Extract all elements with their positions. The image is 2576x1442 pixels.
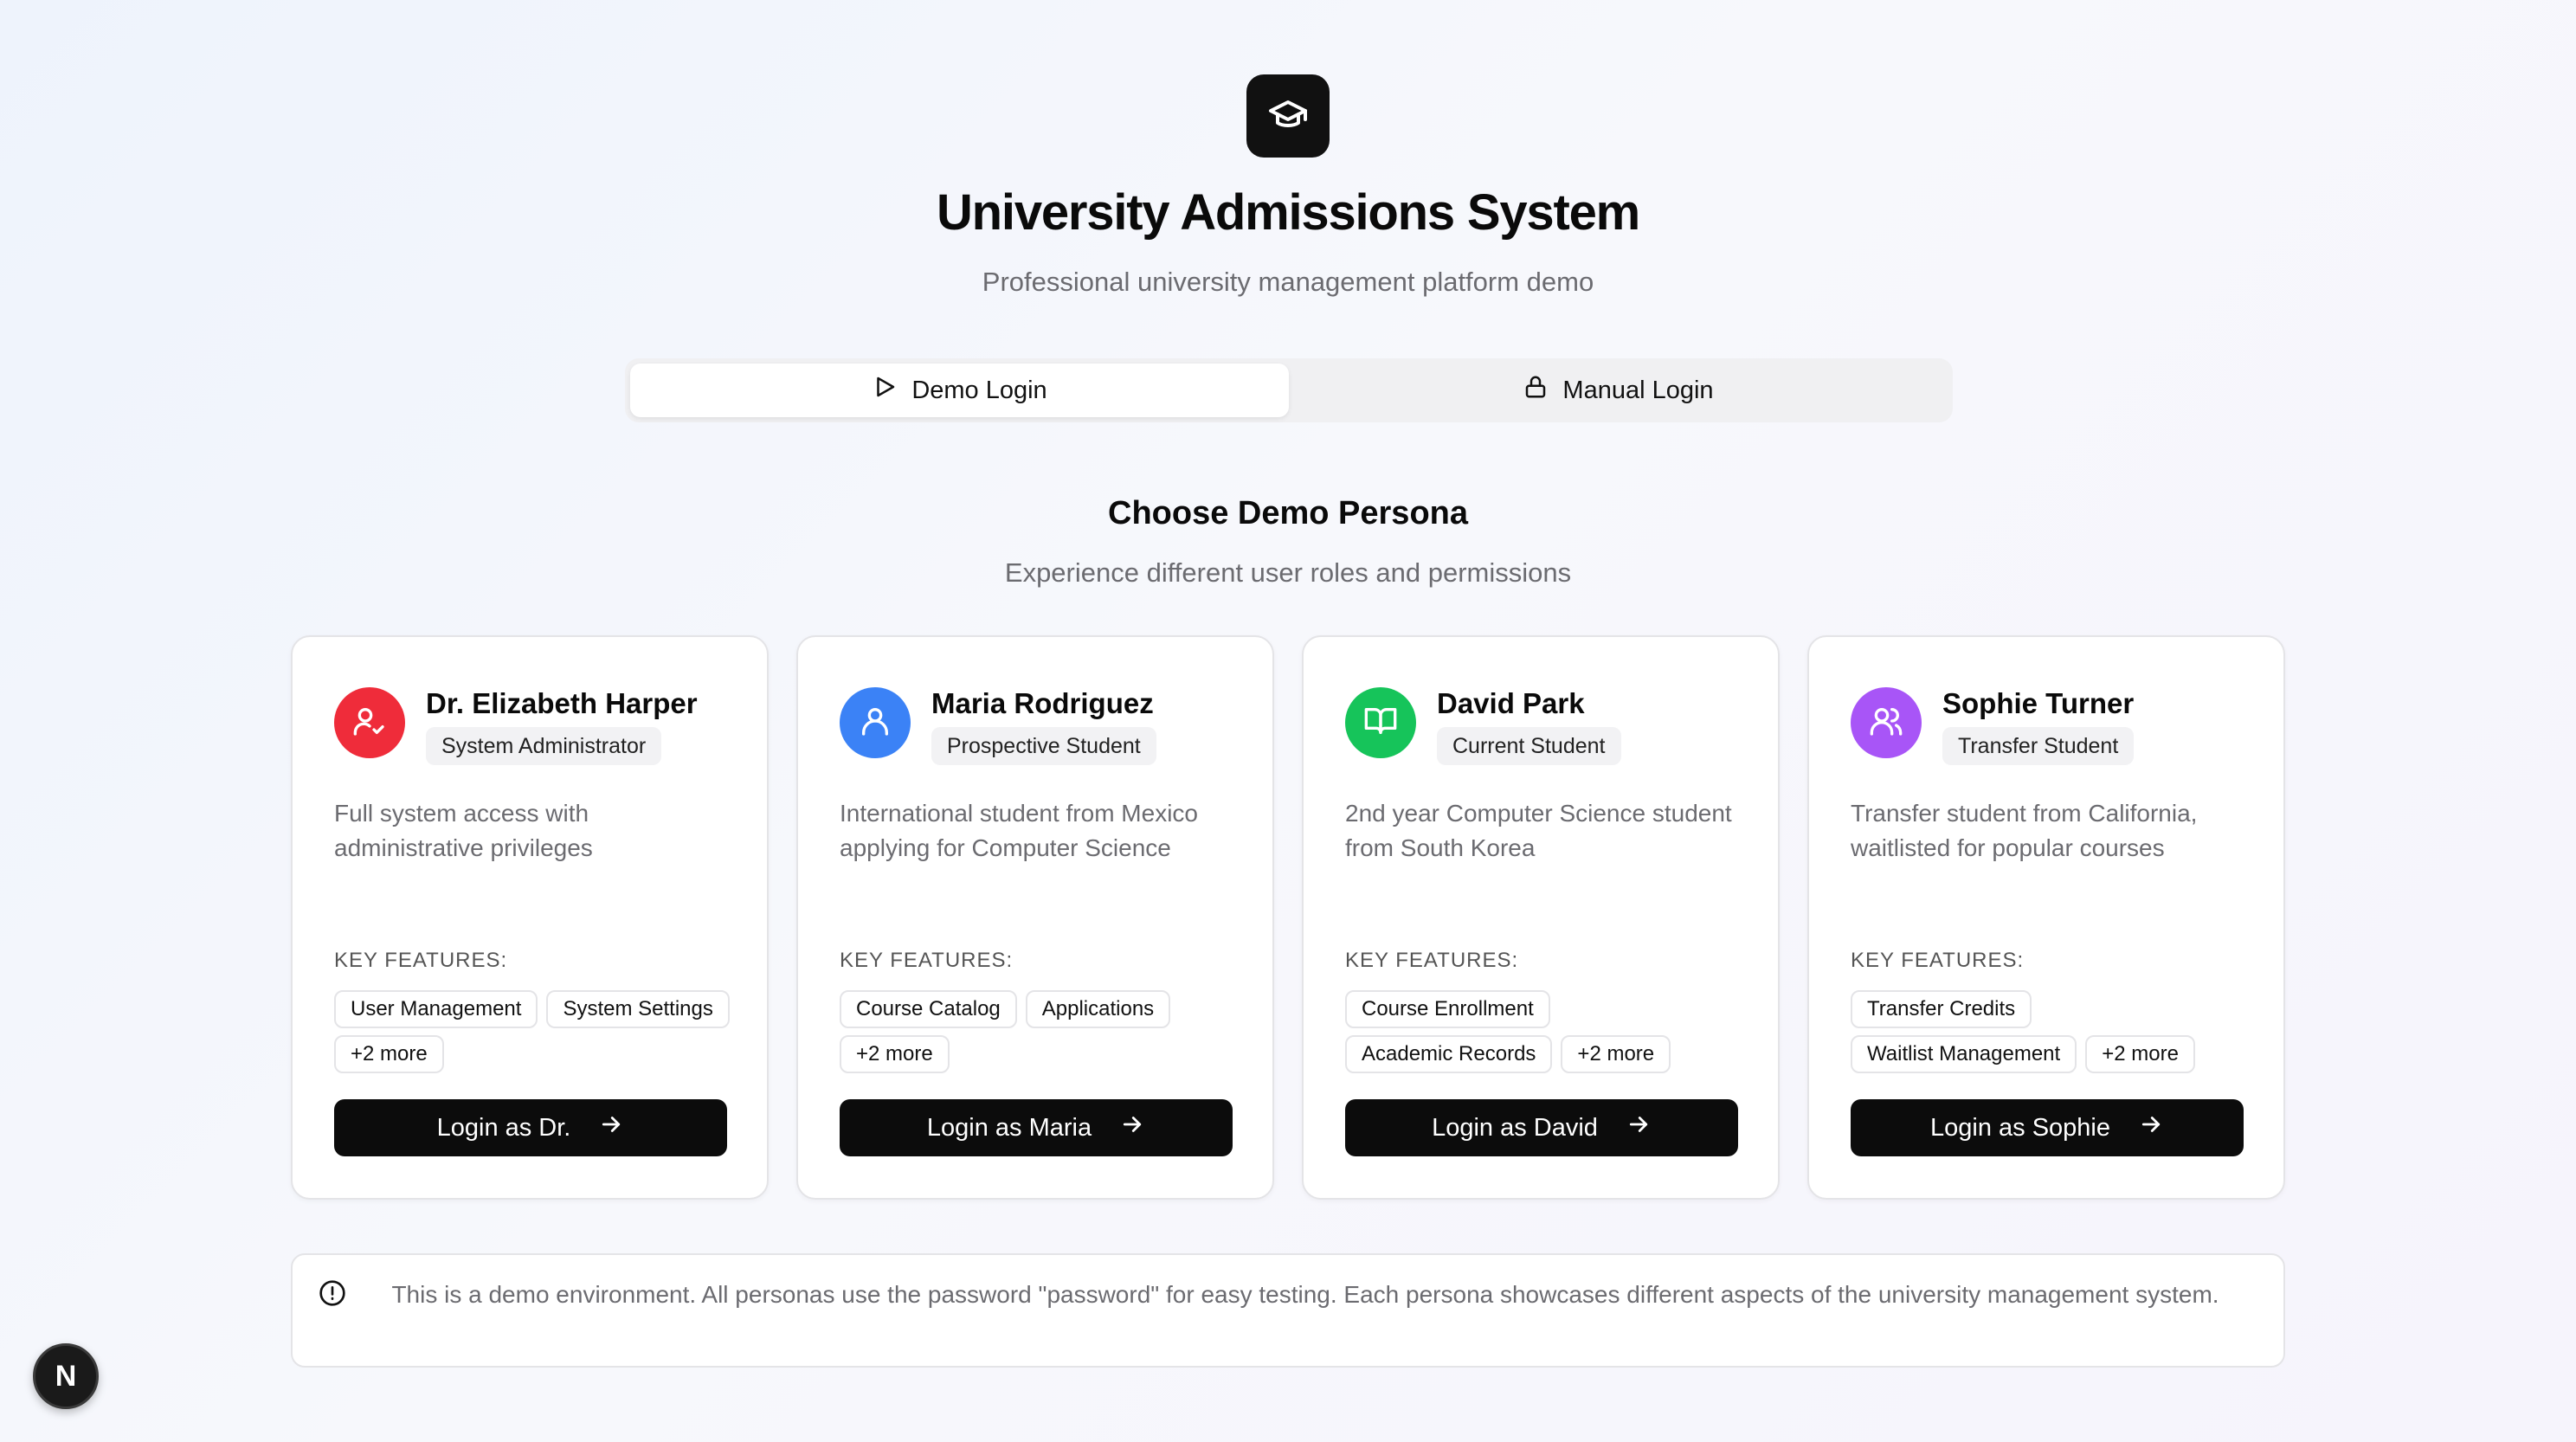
feature-tag: Course Enrollment bbox=[1345, 990, 1550, 1028]
arrow-right-icon bbox=[598, 1111, 624, 1144]
tab-manual-login[interactable]: Manual Login bbox=[1289, 364, 1948, 417]
persona-name: Maria Rodriguez bbox=[931, 687, 1154, 719]
user-check-icon bbox=[352, 704, 387, 743]
tab-label: Manual Login bbox=[1562, 376, 1714, 404]
feature-tag: Waitlist Management bbox=[1851, 1035, 2077, 1073]
persona-description: 2nd year Computer Science student from S… bbox=[1345, 800, 1732, 861]
persona-card-harper: Dr. Elizabeth Harper System Administrato… bbox=[291, 635, 769, 1200]
section-title: Choose Demo Persona bbox=[1108, 495, 1468, 531]
login-mode-tabs: Demo Login Manual Login bbox=[625, 358, 1953, 422]
feature-tag: User Management bbox=[334, 990, 538, 1028]
role-badge: Current Student bbox=[1437, 727, 1621, 765]
key-features-label: KEY FEATURES: bbox=[334, 949, 508, 972]
arrow-right-icon bbox=[2138, 1111, 2164, 1144]
role-badge: System Administrator bbox=[426, 727, 662, 765]
avatar bbox=[1345, 687, 1416, 758]
feature-tag: Academic Records bbox=[1345, 1035, 1553, 1073]
avatar bbox=[1851, 687, 1922, 758]
persona-card-rodriguez: Maria Rodriguez Prospective Student Inte… bbox=[796, 635, 1274, 1200]
avatar bbox=[840, 687, 911, 758]
feature-tag: Course Catalog bbox=[840, 990, 1017, 1028]
user-icon bbox=[858, 704, 892, 743]
feature-tag-more: +2 more bbox=[840, 1035, 950, 1073]
button-label: Login as Dr. bbox=[436, 1113, 571, 1142]
persona-card-park: David Park Current Student 2nd year Comp… bbox=[1302, 635, 1780, 1200]
feature-tags: Transfer Credits Waitlist Management +2 … bbox=[1851, 990, 2249, 1073]
demo-notice: This is a demo environment. All personas… bbox=[291, 1253, 2285, 1368]
feature-tag-more: +2 more bbox=[334, 1035, 444, 1073]
notice-text: This is a demo environment. All personas… bbox=[391, 1281, 2219, 1308]
page-title: University Admissions System bbox=[936, 184, 1640, 241]
lock-icon bbox=[1523, 374, 1549, 407]
arrow-right-icon bbox=[1119, 1111, 1145, 1144]
login-as-harper-button[interactable]: Login as Dr. bbox=[334, 1099, 727, 1156]
login-as-david-button[interactable]: Login as David bbox=[1345, 1099, 1738, 1156]
section-subtitle: Experience different user roles and perm… bbox=[1004, 557, 1572, 588]
page-subtitle: Professional university management platf… bbox=[982, 267, 1594, 297]
key-features-label: KEY FEATURES: bbox=[1345, 949, 1519, 972]
book-open-icon bbox=[1363, 704, 1398, 743]
persona-description: Transfer student from California, waitli… bbox=[1851, 800, 2198, 861]
feature-tags: Course Enrollment Academic Records +2 mo… bbox=[1345, 990, 1743, 1073]
feature-tag: System Settings bbox=[546, 990, 730, 1028]
avatar bbox=[334, 687, 405, 758]
button-label: Login as Sophie bbox=[1930, 1113, 2110, 1142]
key-features-label: KEY FEATURES: bbox=[840, 949, 1014, 972]
users-icon bbox=[1869, 704, 1903, 743]
feature-tag: Transfer Credits bbox=[1851, 990, 2032, 1028]
feature-tag-more: +2 more bbox=[1561, 1035, 1671, 1073]
key-features-label: KEY FEATURES: bbox=[1851, 949, 2025, 972]
feature-tag-more: +2 more bbox=[2085, 1035, 2195, 1073]
login-as-sophie-button[interactable]: Login as Sophie bbox=[1851, 1099, 2244, 1156]
tab-label: Demo Login bbox=[911, 376, 1047, 404]
button-label: Login as Maria bbox=[926, 1113, 1092, 1142]
feature-tag: Applications bbox=[1025, 990, 1171, 1028]
feature-tags: Course Catalog Applications +2 more bbox=[840, 990, 1238, 1073]
info-circle-icon bbox=[319, 1279, 346, 1311]
persona-name: Dr. Elizabeth Harper bbox=[426, 687, 698, 719]
tab-demo-login[interactable]: Demo Login bbox=[630, 364, 1289, 417]
arrow-right-icon bbox=[1626, 1111, 1652, 1144]
app-logo bbox=[1246, 74, 1330, 158]
persona-name: Sophie Turner bbox=[1942, 687, 2135, 719]
persona-description: Full system access with administrative p… bbox=[334, 800, 593, 861]
feature-tags: User Management System Settings +2 more bbox=[334, 990, 732, 1073]
play-icon bbox=[872, 374, 898, 407]
graduation-cap-icon bbox=[1267, 93, 1309, 139]
role-badge: Transfer Student bbox=[1942, 727, 2135, 765]
persona-name: David Park bbox=[1437, 687, 1585, 719]
persona-description: International student from Mexico applyi… bbox=[840, 800, 1198, 861]
badge-letter: N bbox=[55, 1359, 77, 1393]
role-badge: Prospective Student bbox=[931, 727, 1156, 765]
persona-card-turner: Sophie Turner Transfer Student Transfer … bbox=[1807, 635, 2285, 1200]
button-label: Login as David bbox=[1432, 1113, 1598, 1142]
dev-tools-badge[interactable]: N bbox=[33, 1343, 99, 1409]
persona-cards: Dr. Elizabeth Harper System Administrato… bbox=[291, 635, 2285, 1200]
login-as-maria-button[interactable]: Login as Maria bbox=[840, 1099, 1233, 1156]
